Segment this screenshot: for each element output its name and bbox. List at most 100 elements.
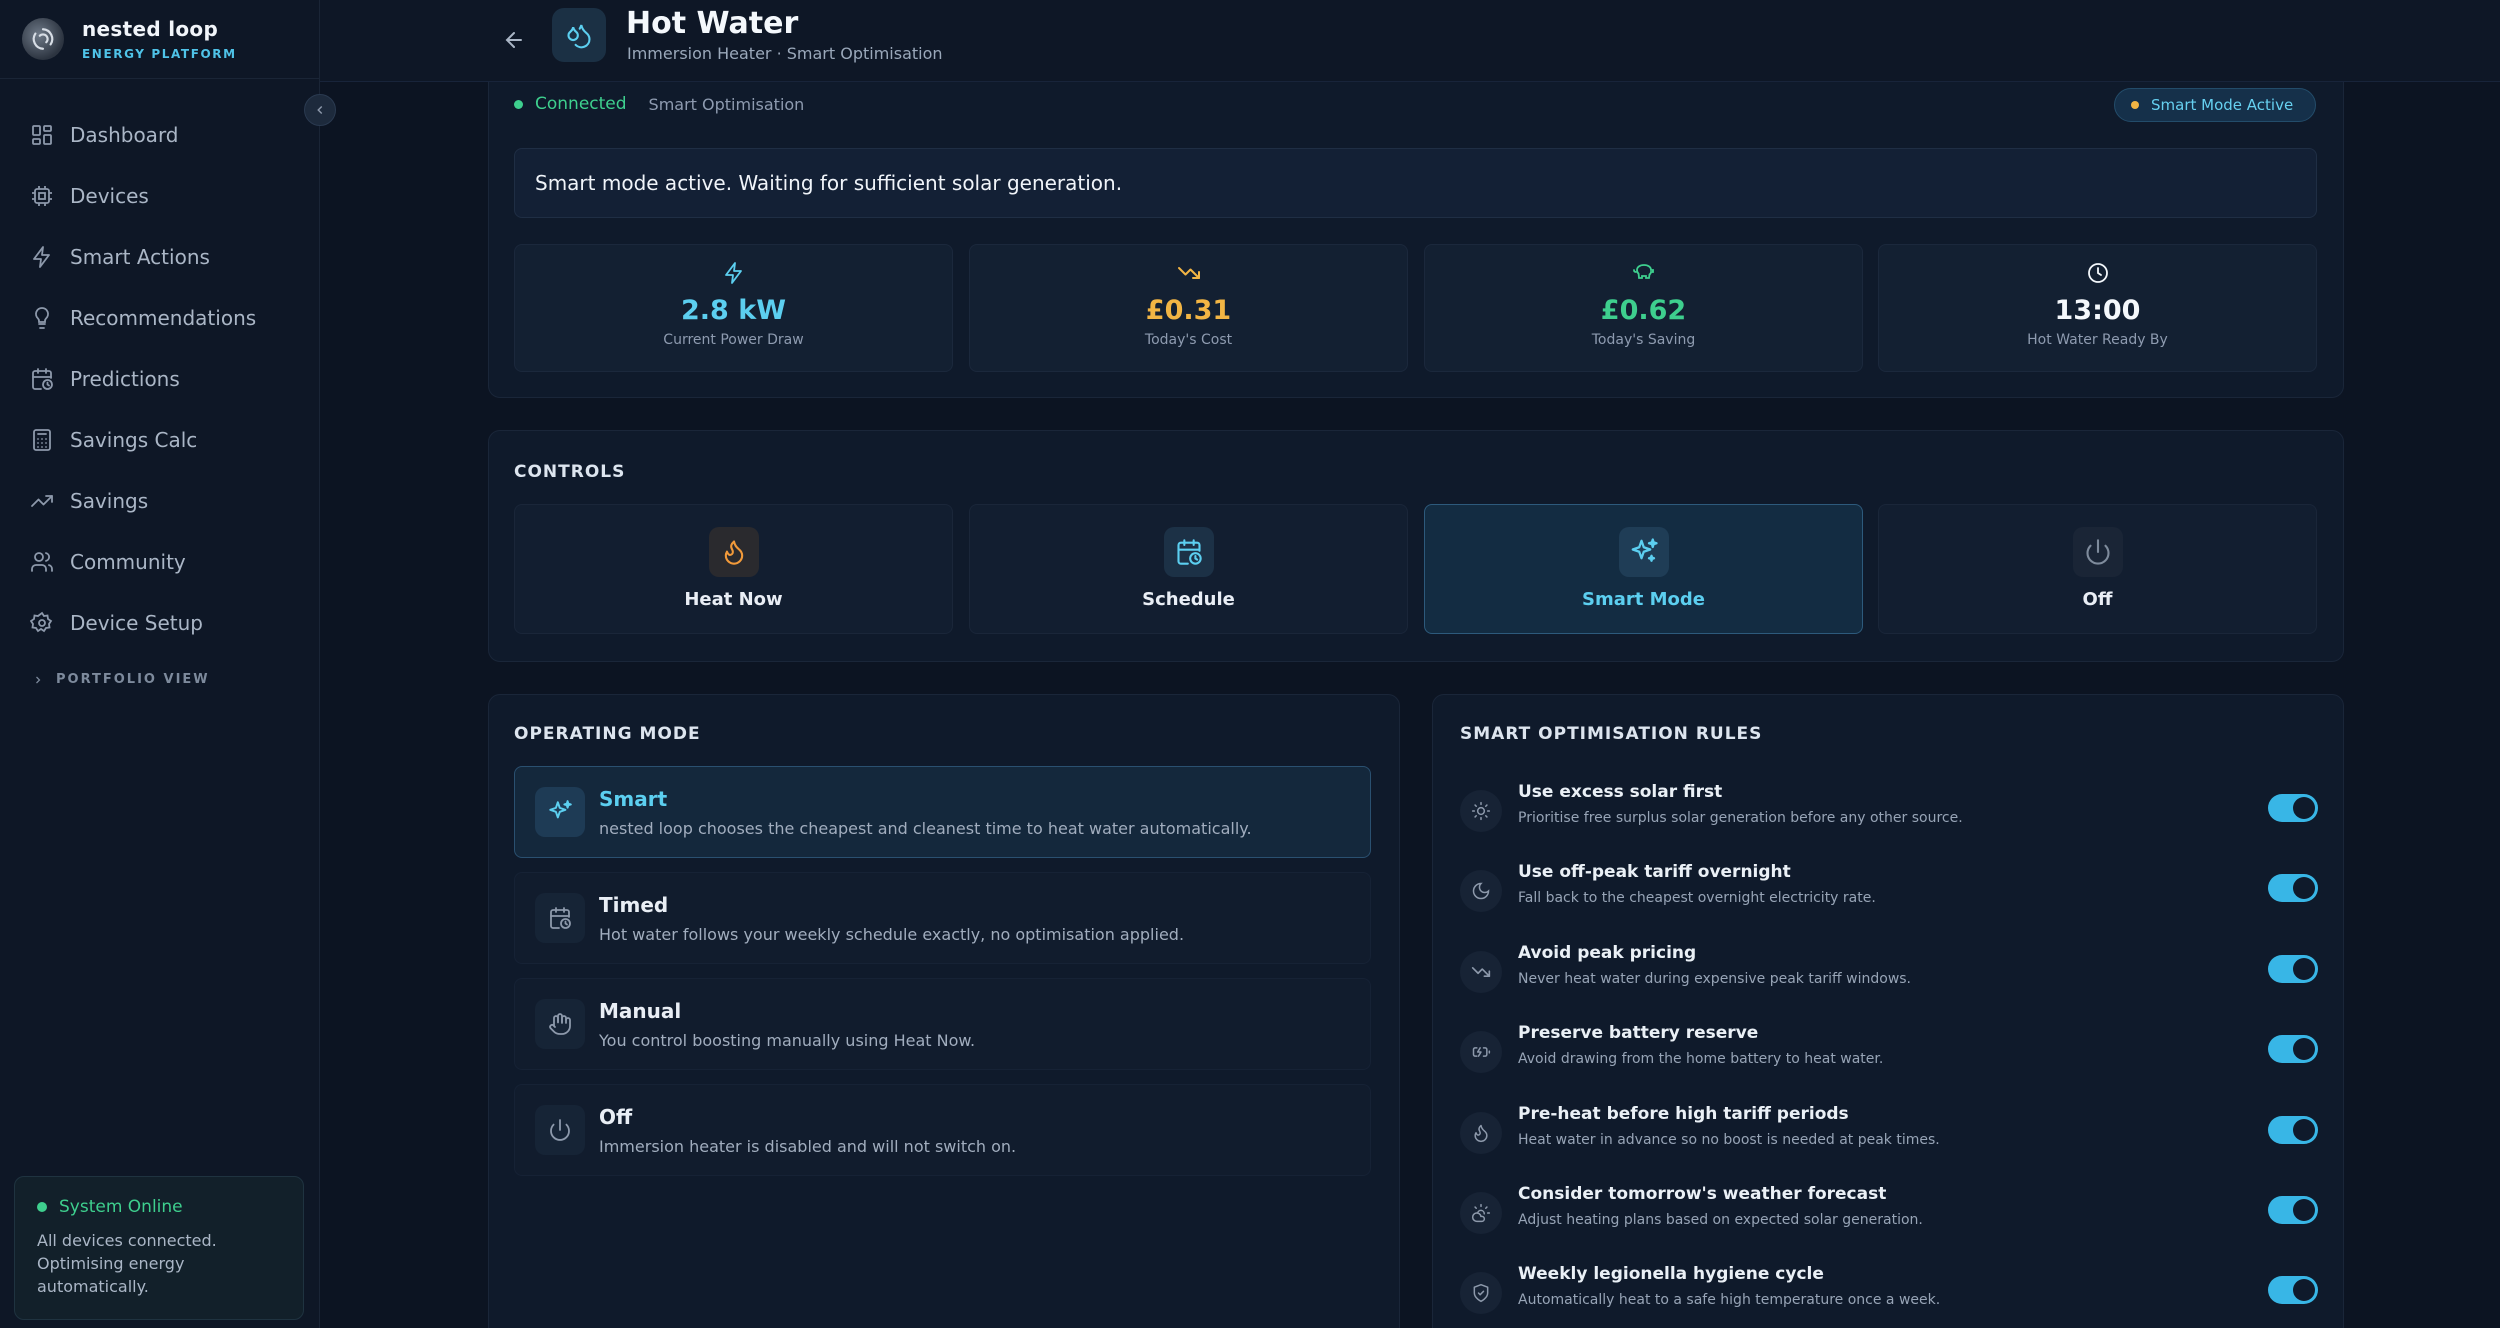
mode-name: Timed	[599, 893, 669, 917]
rule-description: Never heat water during expensive peak t…	[1518, 971, 1912, 987]
mode-description: Hot water follows your weekly schedule e…	[599, 925, 1185, 944]
divider	[0, 78, 320, 79]
calendar-clock-icon	[32, 367, 53, 390]
trend-up-icon	[31, 494, 53, 507]
sidebar-item-label: Devices	[70, 183, 149, 208]
stat-label: Today's Saving	[1591, 332, 1696, 348]
logo-icon	[22, 18, 64, 60]
piggy-bank-icon	[1632, 264, 1654, 279]
stat-value: £0.62	[1600, 295, 1687, 326]
rule-toggle[interactable]	[2268, 1116, 2318, 1144]
rule-toggle[interactable]	[2268, 1276, 2318, 1304]
connection-status: Connected Smart Optimisation	[514, 94, 804, 114]
gear-icon	[30, 611, 53, 632]
hand-icon	[535, 999, 585, 1049]
water-drop-icon	[552, 8, 606, 62]
rule-description: Prioritise free surplus solar generation…	[1518, 810, 1963, 826]
rule-name: Avoid peak pricing	[1518, 943, 1697, 963]
calendar-clock-icon	[1163, 527, 1214, 577]
rule-row: Weekly legionella hygiene cycle Automati…	[1460, 1264, 2320, 1328]
mode-name: Manual	[599, 999, 682, 1023]
toggle-knob	[2293, 1038, 2315, 1060]
rule-toggle[interactable]	[2268, 1196, 2318, 1224]
control-label: Schedule	[1142, 589, 1235, 610]
rule-row: Preserve battery reserve Avoid drawing f…	[1460, 1023, 2320, 1089]
status-text: All devices connected. Optimising energy…	[37, 1231, 217, 1296]
lightning-icon	[33, 245, 50, 268]
stat-label: Hot Water Ready By	[2027, 332, 2168, 348]
connection-dot	[514, 99, 523, 109]
mode-description: You control boosting manually using Heat…	[599, 1031, 976, 1050]
sidebar-item-label: Predictions	[70, 366, 180, 391]
mode-name: Off	[599, 1105, 633, 1129]
sidebar-item-label: Savings Calc	[70, 427, 198, 452]
rule-name: Consider tomorrow's weather forecast	[1518, 1184, 1887, 1204]
toggle-knob	[2293, 877, 2315, 899]
status-badge: Smart Mode Active	[2114, 88, 2316, 122]
sun-icon	[1460, 790, 1502, 832]
sidebar-item-device-setup[interactable]: Device Setup	[0, 592, 320, 653]
status-title: System Online	[59, 1197, 183, 1217]
mode-option-timed[interactable]: Timed Hot water follows your weekly sche…	[514, 872, 1371, 964]
rule-name: Pre-heat before high tariff periods	[1518, 1104, 1849, 1124]
page-title: Hot Water	[626, 6, 799, 41]
arrow-left-icon	[505, 32, 522, 48]
mode-description: nested loop chooses the cheapest and cle…	[599, 819, 1252, 838]
schedule-button[interactable]: Schedule	[969, 504, 1408, 634]
sidebar-item-recommendations[interactable]: Recommendations	[0, 287, 320, 348]
sidebar-item-dashboard[interactable]: Dashboard	[0, 104, 320, 165]
brand[interactable]: nested loop ENERGY PLATFORM	[22, 14, 237, 64]
back-button[interactable]	[494, 20, 534, 60]
stat-todays-cost: £0.31 Today's Cost	[969, 244, 1408, 372]
badge-dot	[2131, 101, 2139, 109]
collapse-sidebar-button[interactable]	[304, 94, 336, 126]
chevron-left-icon	[317, 105, 323, 115]
clock-icon	[2087, 263, 2108, 283]
heat-now-button[interactable]: Heat Now	[514, 504, 953, 634]
calendar-clock-icon	[535, 893, 585, 943]
sidebar-item-label: Dashboard	[70, 122, 179, 147]
sidebar-item-devices[interactable]: Devices	[0, 165, 320, 226]
sidebar-item-savings[interactable]: Savings	[0, 470, 320, 531]
rule-row: Use off-peak tariff overnight Fall back …	[1460, 862, 2320, 928]
rule-toggle[interactable]	[2268, 794, 2318, 822]
stat-label: Today's Cost	[1144, 332, 1233, 348]
sidebar-item-label: Device Setup	[70, 610, 203, 635]
mode-option-manual[interactable]: Manual You control boosting manually usi…	[514, 978, 1371, 1070]
sidebar-item-smart-actions[interactable]: Smart Actions	[0, 226, 320, 287]
mode-option-smart[interactable]: Smart nested loop chooses the cheapest a…	[514, 766, 1371, 858]
control-label: Heat Now	[684, 589, 783, 610]
rule-description: Avoid drawing from the home battery to h…	[1518, 1051, 1884, 1067]
battery-icon	[1460, 1031, 1502, 1073]
stat-ready-by: 13:00 Hot Water Ready By	[1878, 244, 2317, 372]
rule-description: Adjust heating plans based on expected s…	[1518, 1212, 1923, 1228]
rule-toggle[interactable]	[2268, 955, 2318, 983]
mode-option-off[interactable]: Off Immersion heater is disabled and wil…	[514, 1084, 1371, 1176]
portfolio-view-toggle[interactable]: PORTFOLIO VIEW	[32, 672, 210, 687]
flame-icon	[1460, 1112, 1502, 1154]
control-label: Off	[2082, 589, 2113, 610]
trend-down-icon	[1177, 267, 1200, 279]
toggle-knob	[2293, 1199, 2315, 1221]
rule-description: Fall back to the cheapest overnight elec…	[1518, 890, 1876, 906]
lightbulb-icon	[35, 306, 49, 329]
off-button[interactable]: Off	[1878, 504, 2317, 634]
rule-toggle[interactable]	[2268, 1035, 2318, 1063]
page-header: Hot Water Immersion Heater · Smart Optim…	[320, 0, 2500, 82]
status-message: Smart mode active. Waiting for sufficien…	[514, 148, 2317, 218]
brand-subtitle: ENERGY PLATFORM	[82, 47, 237, 61]
smart-mode-button[interactable]: Smart Mode	[1424, 504, 1863, 634]
rule-toggle[interactable]	[2268, 874, 2318, 902]
rule-row: Avoid peak pricing Never heat water duri…	[1460, 943, 2320, 1009]
connection-subtitle: Smart Optimisation	[648, 94, 805, 114]
sidebar-item-predictions[interactable]: Predictions	[0, 348, 320, 409]
sidebar-item-label: Community	[70, 549, 186, 574]
toggle-knob	[2293, 1119, 2315, 1141]
sparkles-icon	[535, 787, 585, 837]
toggle-knob	[2293, 958, 2315, 980]
rule-name: Preserve battery reserve	[1518, 1023, 1759, 1043]
rule-row: Consider tomorrow's weather forecast Adj…	[1460, 1184, 2320, 1250]
sidebar-item-community[interactable]: Community	[0, 531, 320, 592]
sidebar-item-label: Savings	[70, 488, 149, 513]
sidebar-item-savings-calc[interactable]: Savings Calc	[0, 409, 320, 470]
